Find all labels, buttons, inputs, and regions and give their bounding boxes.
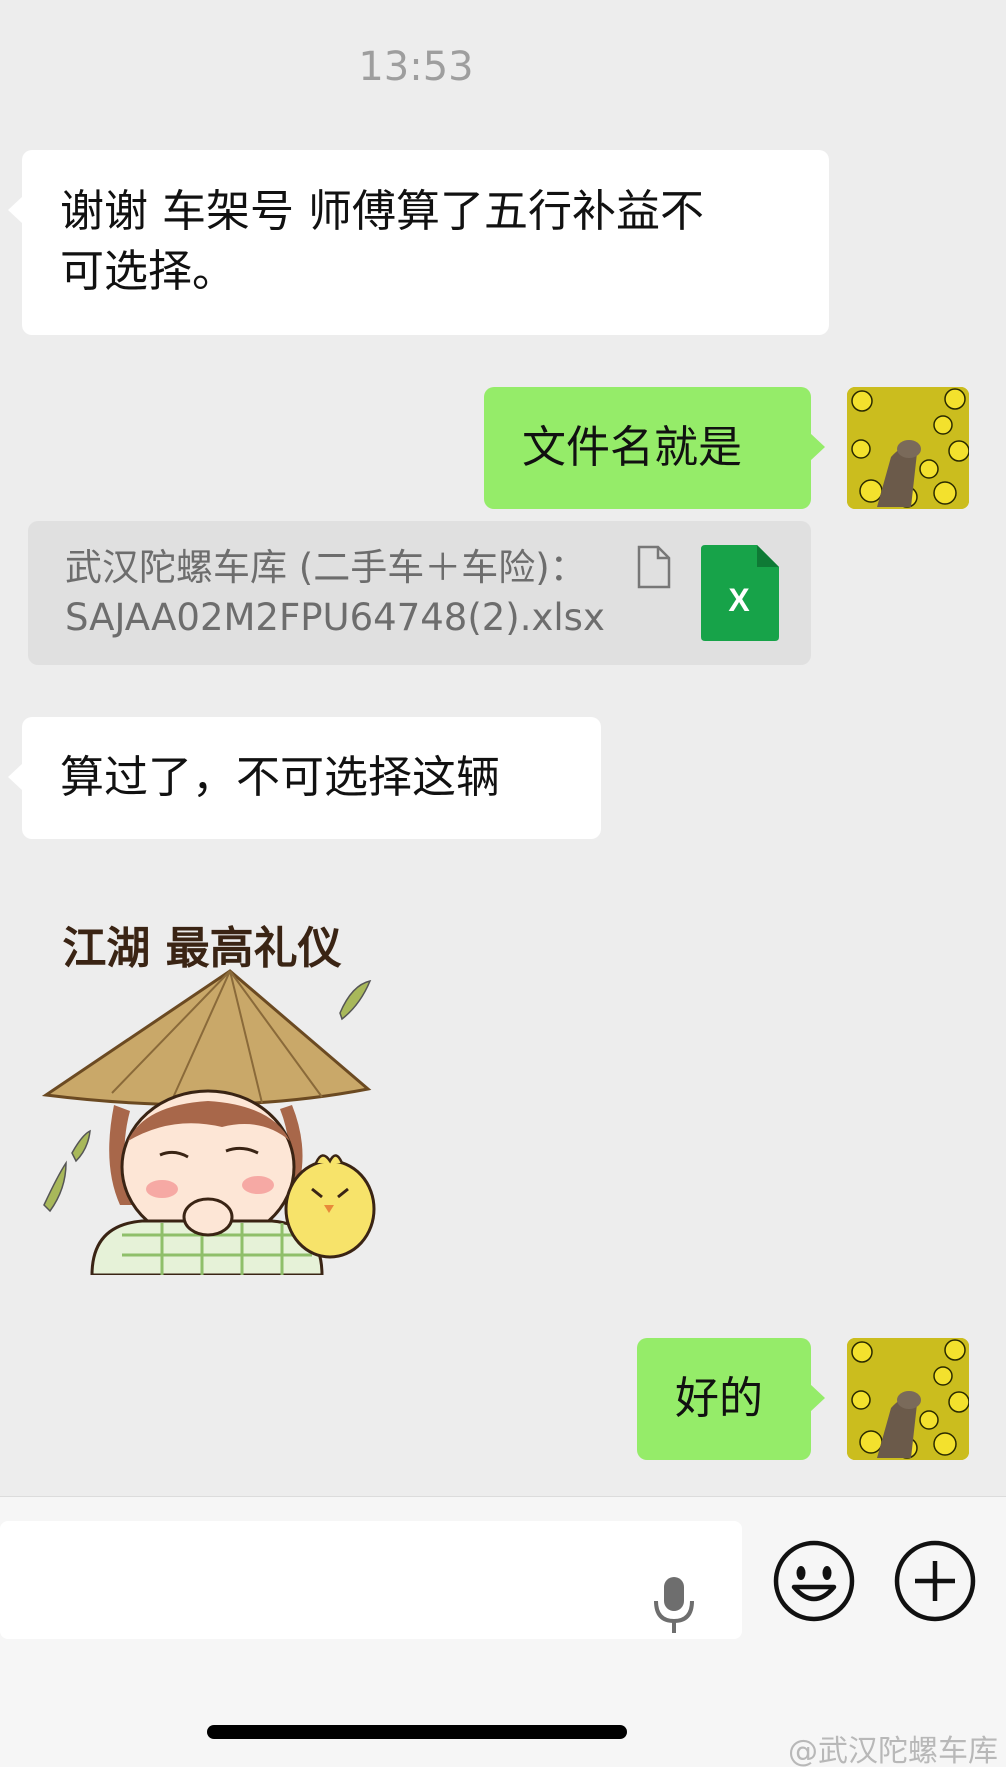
message-bubble-incoming[interactable]: 算过了，不可选择这辆 bbox=[8, 717, 601, 839]
avatar-image bbox=[847, 387, 969, 509]
microphone-icon[interactable] bbox=[652, 1575, 696, 1635]
sticker-caption: 江湖 最高礼仪 bbox=[62, 923, 341, 974]
home-indicator[interactable] bbox=[207, 1725, 627, 1739]
message-text-line: 可选择。 bbox=[60, 246, 236, 297]
message-text: 算过了，不可选择这辆 bbox=[60, 752, 500, 803]
file-name: 武汉陀螺车库 (二手车＋车险)： SAJAA02M2FPU64748(2).xl… bbox=[65, 543, 625, 643]
watermark: @武汉陀螺车库 bbox=[788, 1734, 998, 1767]
my-avatar[interactable] bbox=[847, 387, 969, 509]
avatar-image bbox=[847, 1338, 969, 1460]
sticker-image: 江湖 最高礼仪 bbox=[41, 923, 376, 1277]
message-bubble-outgoing[interactable]: 好的 bbox=[637, 1338, 825, 1460]
file-attachment-card[interactable]: 武汉陀螺车库 (二手车＋车险)： SAJAA02M2FPU64748(2).xl… bbox=[28, 521, 811, 665]
file-name-line: SAJAA02M2FPU64748(2).xlsx bbox=[65, 596, 605, 639]
plus-circle-icon[interactable] bbox=[893, 1539, 977, 1623]
file-name-line: 武汉陀螺车库 (二手车＋车险)： bbox=[65, 546, 587, 589]
excel-file-icon: X bbox=[701, 545, 779, 641]
chat-timestamp: 13:53 bbox=[358, 44, 474, 90]
message-input[interactable] bbox=[0, 1521, 742, 1639]
message-bubble-incoming[interactable]: 谢谢 车架号 师傅算了五行补益不 可选择。 bbox=[8, 150, 829, 335]
my-avatar[interactable] bbox=[847, 1338, 969, 1460]
message-text-line: 谢谢 车架号 师傅算了五行补益不 bbox=[60, 186, 704, 237]
message-text: 好的 bbox=[675, 1373, 763, 1424]
smiley-face-icon[interactable] bbox=[772, 1539, 856, 1623]
message-bubble-outgoing[interactable]: 文件名就是 bbox=[484, 387, 825, 509]
document-icon bbox=[637, 545, 671, 589]
excel-file-icon-label: X bbox=[728, 582, 750, 618]
message-text: 文件名就是 bbox=[522, 422, 742, 473]
sticker-message[interactable]: 江湖 最高礼仪 bbox=[22, 905, 432, 1277]
